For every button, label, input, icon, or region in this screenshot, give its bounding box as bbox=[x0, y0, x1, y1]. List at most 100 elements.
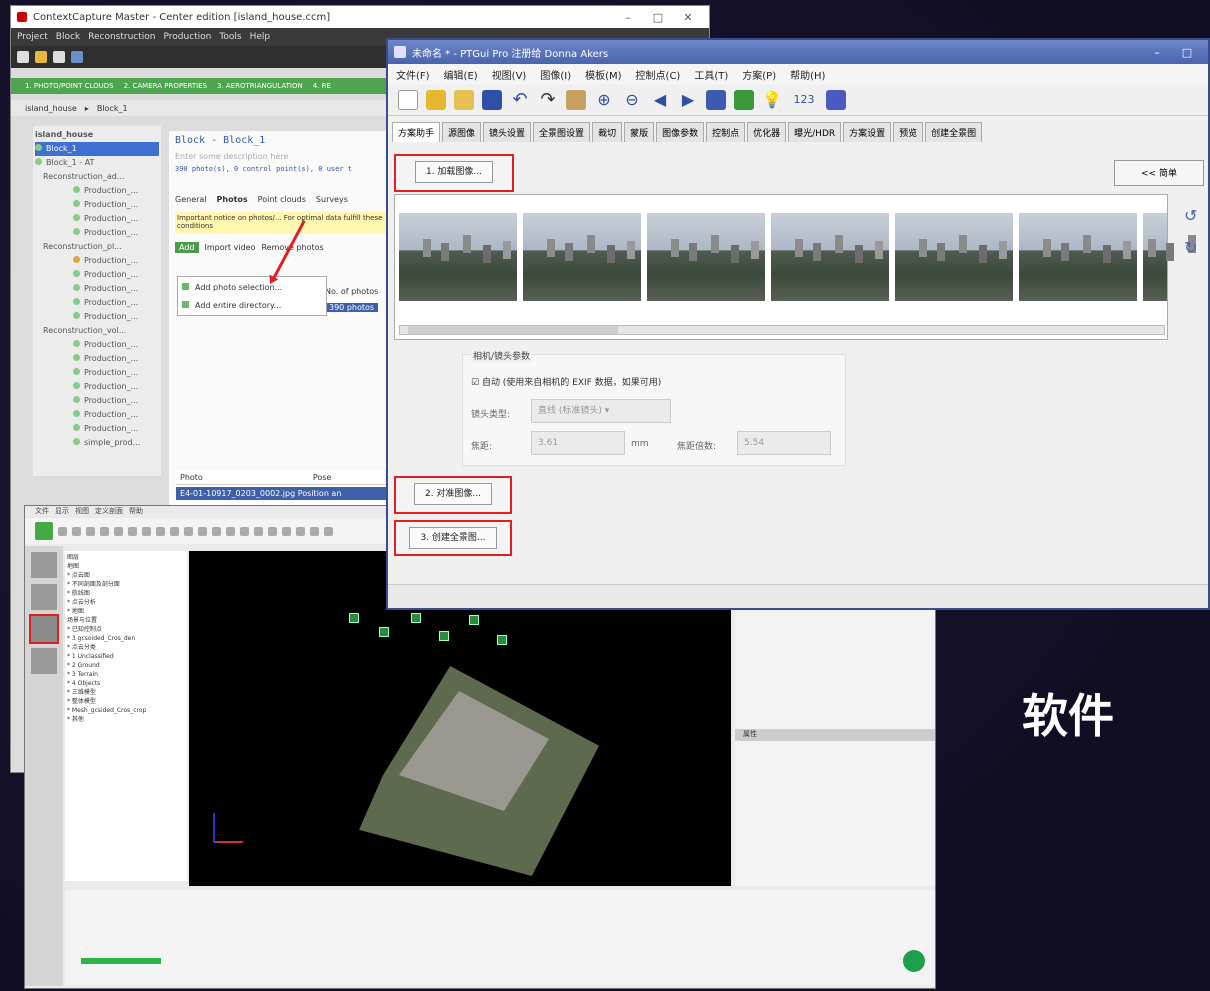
mode-icon-highlighted[interactable] bbox=[29, 614, 59, 644]
save-icon[interactable] bbox=[482, 89, 502, 110]
tree-item[interactable]: Production_... bbox=[35, 310, 159, 324]
tree-item[interactable]: Production_... bbox=[35, 254, 159, 268]
tool-icon[interactable] bbox=[310, 526, 319, 536]
new-file-icon[interactable] bbox=[17, 51, 29, 63]
tool-icon[interactable] bbox=[100, 526, 109, 536]
layer-item[interactable]: * 点云分类 bbox=[67, 643, 185, 652]
tool-icon[interactable] bbox=[254, 526, 263, 536]
tab-surveys[interactable]: Surveys bbox=[316, 195, 348, 204]
cc-menu-reconstruction[interactable]: Reconstruction bbox=[88, 32, 155, 42]
pt-menu-edit[interactable]: 编辑(E) bbox=[444, 67, 478, 82]
tab-general[interactable]: General bbox=[175, 195, 207, 204]
tree-item[interactable]: Production_... bbox=[35, 268, 159, 282]
layer-item[interactable]: * Mesh_gcsided_Cros_crop bbox=[67, 706, 185, 715]
tool-icon[interactable] bbox=[170, 526, 179, 536]
viewer-menu-display[interactable]: 显示 bbox=[55, 506, 69, 518]
numbering-icon[interactable]: 123 bbox=[790, 90, 818, 110]
tool-icon[interactable] bbox=[58, 526, 67, 536]
focal-length-input[interactable]: 3.61 bbox=[531, 431, 625, 455]
mode-icon[interactable] bbox=[31, 584, 57, 610]
pt-menu-project[interactable]: 方案(P) bbox=[742, 67, 776, 82]
tree-item-selected[interactable]: Block_1 bbox=[35, 142, 159, 156]
crumb-project[interactable]: island_house bbox=[25, 104, 77, 113]
tree-item[interactable]: Production_... bbox=[35, 296, 159, 310]
tool-icon[interactable] bbox=[324, 526, 333, 536]
thumbnail-scrollbar[interactable] bbox=[399, 325, 1165, 335]
tool-icon[interactable] bbox=[296, 526, 305, 536]
tree-item[interactable]: Production_... bbox=[35, 212, 159, 226]
tree-item[interactable]: Production_... bbox=[35, 394, 159, 408]
image-thumbnail[interactable] bbox=[399, 213, 517, 301]
tab-preview[interactable]: 预览 bbox=[893, 122, 924, 142]
redo-icon[interactable]: ↷ bbox=[538, 89, 558, 110]
panorama-editor-icon[interactable] bbox=[706, 89, 726, 110]
tree-item[interactable]: Production_... bbox=[35, 282, 159, 296]
align-icon[interactable] bbox=[566, 89, 586, 110]
photos-warning[interactable]: Important notice on photos/... For optim… bbox=[175, 212, 393, 234]
tree-item[interactable]: Production_... bbox=[35, 198, 159, 212]
layer-item[interactable]: * 4 Objects bbox=[67, 679, 185, 688]
maximize-icon[interactable]: □ bbox=[643, 11, 673, 24]
tab-panorama-settings[interactable]: 全景图设置 bbox=[533, 122, 591, 142]
tool-icon[interactable] bbox=[226, 526, 235, 536]
tool-icon[interactable] bbox=[240, 526, 249, 536]
cc-menu-block[interactable]: Block bbox=[56, 32, 80, 42]
cc-window-buttons[interactable]: – □ ✕ bbox=[613, 11, 703, 24]
image-thumbnail[interactable] bbox=[523, 213, 641, 301]
open-folder-icon[interactable] bbox=[35, 51, 47, 63]
arrow-left-icon[interactable]: ◀ bbox=[650, 90, 670, 110]
open-recent-icon[interactable] bbox=[454, 89, 474, 110]
tree-item[interactable]: Production_... bbox=[35, 184, 159, 198]
tab-lens-settings[interactable]: 镜头设置 bbox=[483, 122, 532, 142]
image-thumbnail[interactable] bbox=[771, 213, 889, 301]
tree-item[interactable]: Production_... bbox=[35, 380, 159, 394]
mode-icon[interactable] bbox=[31, 648, 57, 674]
pt-menu-view[interactable]: 视图(V) bbox=[492, 67, 527, 82]
tree-item[interactable]: Production_... bbox=[35, 352, 159, 366]
scrollbar-thumb[interactable] bbox=[408, 326, 618, 334]
layer-item[interactable]: * 整体模型 bbox=[67, 697, 185, 706]
table-row[interactable]: E4-01-10917_0203_0002.jpg Position an bbox=[176, 487, 401, 500]
viewer-menu-section[interactable]: 定义剖面 bbox=[95, 506, 123, 518]
tool-icon[interactable] bbox=[128, 526, 137, 536]
camera-marker-icon[interactable] bbox=[469, 615, 479, 625]
step-aerotriangulation[interactable]: 3. AEROTRIANGULATION bbox=[217, 82, 303, 90]
tool-icon[interactable] bbox=[114, 526, 123, 536]
tool-icon[interactable] bbox=[268, 526, 277, 536]
image-thumbnail[interactable] bbox=[1143, 213, 1167, 301]
tab-optimizer[interactable]: 优化器 bbox=[747, 122, 787, 142]
block-description[interactable]: Enter some description here bbox=[175, 152, 393, 161]
tab-crop[interactable]: 裁切 bbox=[592, 122, 623, 142]
tree-item[interactable]: simple_prod... bbox=[35, 436, 159, 450]
pt-menu-template[interactable]: 模板(M) bbox=[585, 67, 621, 82]
maximize-icon[interactable]: □ bbox=[1172, 46, 1202, 59]
image-thumbnail[interactable] bbox=[895, 213, 1013, 301]
pt-menu-image[interactable]: 图像(I) bbox=[540, 67, 571, 82]
pt-menu-help[interactable]: 帮助(H) bbox=[790, 67, 825, 82]
add-entire-directory-item[interactable]: Add entire directory... bbox=[182, 297, 322, 315]
layer-item[interactable]: * 已知控制点 bbox=[67, 625, 185, 634]
layer-item[interactable]: * 不同剖面及剖分面 bbox=[67, 580, 185, 589]
minimize-icon[interactable]: – bbox=[1142, 46, 1172, 59]
auto-exif-checkbox[interactable]: ☑ 自动 (使用来自相机的 EXIF 数据，如果可用) bbox=[471, 375, 661, 388]
layer-item[interactable]: * 2 Ground bbox=[67, 661, 185, 670]
viewer-menu-view[interactable]: 视图 bbox=[75, 506, 89, 518]
pt-window-buttons[interactable]: – □ bbox=[1142, 46, 1202, 59]
cc-menu-production[interactable]: Production bbox=[164, 32, 212, 42]
layer-item[interactable]: * 地图 bbox=[67, 607, 185, 616]
tool-icon[interactable] bbox=[142, 526, 151, 536]
tab-source-images[interactable]: 源图像 bbox=[442, 122, 482, 142]
tab-create-panorama[interactable]: 创建全景图 bbox=[925, 122, 983, 142]
tree-item[interactable]: island_house bbox=[35, 128, 159, 142]
zoom-out-icon[interactable]: ⊖ bbox=[622, 90, 642, 110]
add-photos-button[interactable]: Add bbox=[175, 242, 199, 253]
tree-item[interactable]: Reconstruction_vol... bbox=[35, 324, 159, 338]
image-thumbnail[interactable] bbox=[1019, 213, 1137, 301]
open-folder-icon[interactable] bbox=[426, 89, 446, 110]
tool-icon[interactable] bbox=[282, 526, 291, 536]
cc-menu-tools[interactable]: Tools bbox=[219, 32, 241, 42]
tree-item[interactable]: Block_1 - AT bbox=[35, 156, 159, 170]
import-video-button[interactable]: Import video bbox=[205, 243, 256, 252]
tab-exposure-hdr[interactable]: 曝光/HDR bbox=[788, 122, 842, 142]
camera-marker-icon[interactable] bbox=[439, 631, 449, 641]
